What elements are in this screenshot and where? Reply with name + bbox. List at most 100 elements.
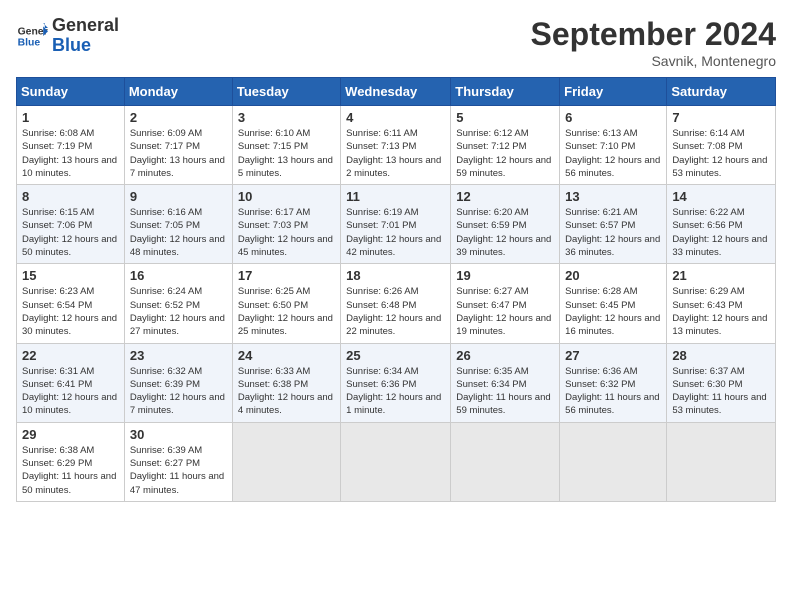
day-number: 6	[565, 110, 661, 125]
calendar-week-4: 22 Sunrise: 6:31 AM Sunset: 6:41 PM Dayli…	[17, 343, 776, 422]
day-number: 23	[130, 348, 227, 363]
calendar-cell: 12Sunrise: 6:20 AM Sunset: 6:59 PM Dayli…	[451, 185, 560, 264]
logo: General Blue General Blue	[16, 16, 119, 56]
calendar-cell: 23 Sunrise: 6:32 AM Sunset: 6:39 PM Dayli…	[124, 343, 232, 422]
day-info: Sunrise: 6:25 AM Sunset: 6:50 PM Dayligh…	[238, 285, 335, 338]
calendar-cell: 20 Sunrise: 6:28 AM Sunset: 6:45 PM Dayli…	[560, 264, 667, 343]
day-info: Sunrise: 6:39 AM Sunset: 6:27 PM Dayligh…	[130, 444, 227, 497]
day-number: 10	[238, 189, 335, 204]
day-info: Sunrise: 6:23 AM Sunset: 6:54 PM Dayligh…	[22, 285, 119, 338]
day-info: Sunrise: 6:26 AM Sunset: 6:48 PM Dayligh…	[346, 285, 445, 338]
day-info: Sunrise: 6:22 AM Sunset: 6:56 PM Dayligh…	[672, 206, 770, 259]
calendar-cell: 16 Sunrise: 6:24 AM Sunset: 6:52 PM Dayli…	[124, 264, 232, 343]
day-info: Sunrise: 6:38 AM Sunset: 6:29 PM Dayligh…	[22, 444, 119, 497]
calendar-cell: 14 Sunrise: 6:22 AM Sunset: 6:56 PM Dayli…	[667, 185, 776, 264]
title-block: September 2024 Savnik, Montenegro	[531, 16, 776, 69]
calendar-week-2: 8 Sunrise: 6:15 AM Sunset: 7:06 PM Daylig…	[17, 185, 776, 264]
calendar-cell: 15Sunrise: 6:23 AM Sunset: 6:54 PM Dayli…	[17, 264, 125, 343]
logo-blue-text: Blue	[52, 36, 119, 56]
calendar-cell: 1 Sunrise: 6:08 AM Sunset: 7:19 PM Daylig…	[17, 106, 125, 185]
day-number: 27	[565, 348, 661, 363]
calendar-table: SundayMondayTuesdayWednesdayThursdayFrid…	[16, 77, 776, 502]
logo-general-text: General	[52, 16, 119, 36]
weekday-header-friday: Friday	[560, 78, 667, 106]
day-info: Sunrise: 6:19 AM Sunset: 7:01 PM Dayligh…	[346, 206, 445, 259]
day-number: 3	[238, 110, 335, 125]
day-number: 11	[346, 189, 445, 204]
calendar-cell: 26 Sunrise: 6:35 AM Sunset: 6:34 PM Dayli…	[451, 343, 560, 422]
weekday-header-tuesday: Tuesday	[232, 78, 340, 106]
logo-icon: General Blue	[16, 20, 48, 52]
location: Savnik, Montenegro	[531, 53, 776, 69]
day-number: 8	[22, 189, 119, 204]
day-info: Sunrise: 6:12 AM Sunset: 7:12 PM Dayligh…	[456, 127, 554, 180]
day-info: Sunrise: 6:24 AM Sunset: 6:52 PM Dayligh…	[130, 285, 227, 338]
day-number: 13	[565, 189, 661, 204]
day-number: 16	[130, 268, 227, 283]
day-number: 24	[238, 348, 335, 363]
calendar-cell: 10Sunrise: 6:17 AM Sunset: 7:03 PM Dayli…	[232, 185, 340, 264]
calendar-cell: 8 Sunrise: 6:15 AM Sunset: 7:06 PM Daylig…	[17, 185, 125, 264]
calendar-cell: 21 Sunrise: 6:29 AM Sunset: 6:43 PM Dayli…	[667, 264, 776, 343]
calendar-week-5: 29 Sunrise: 6:38 AM Sunset: 6:29 PM Dayli…	[17, 422, 776, 501]
calendar-cell	[560, 422, 667, 501]
day-info: Sunrise: 6:33 AM Sunset: 6:38 PM Dayligh…	[238, 365, 335, 418]
day-info: Sunrise: 6:15 AM Sunset: 7:06 PM Dayligh…	[22, 206, 119, 259]
day-info: Sunrise: 6:21 AM Sunset: 6:57 PM Dayligh…	[565, 206, 661, 259]
day-info: Sunrise: 6:35 AM Sunset: 6:34 PM Dayligh…	[456, 365, 554, 418]
calendar-cell	[451, 422, 560, 501]
day-info: Sunrise: 6:29 AM Sunset: 6:43 PM Dayligh…	[672, 285, 770, 338]
day-number: 29	[22, 427, 119, 442]
calendar-cell: 18Sunrise: 6:26 AM Sunset: 6:48 PM Dayli…	[341, 264, 451, 343]
calendar-cell	[232, 422, 340, 501]
day-info: Sunrise: 6:34 AM Sunset: 6:36 PM Dayligh…	[346, 365, 445, 418]
day-info: Sunrise: 6:14 AM Sunset: 7:08 PM Dayligh…	[672, 127, 770, 180]
calendar-cell: 25 Sunrise: 6:34 AM Sunset: 6:36 PM Dayli…	[341, 343, 451, 422]
calendar-cell: 11 Sunrise: 6:19 AM Sunset: 7:01 PM Dayli…	[341, 185, 451, 264]
calendar-cell: 28 Sunrise: 6:37 AM Sunset: 6:30 PM Dayli…	[667, 343, 776, 422]
month-title: September 2024	[531, 16, 776, 53]
day-info: Sunrise: 6:36 AM Sunset: 6:32 PM Dayligh…	[565, 365, 661, 418]
day-number: 4	[346, 110, 445, 125]
calendar-cell: 19 Sunrise: 6:27 AM Sunset: 6:47 PM Dayli…	[451, 264, 560, 343]
day-number: 20	[565, 268, 661, 283]
day-number: 22	[22, 348, 119, 363]
day-info: Sunrise: 6:16 AM Sunset: 7:05 PM Dayligh…	[130, 206, 227, 259]
calendar-cell: 22 Sunrise: 6:31 AM Sunset: 6:41 PM Dayli…	[17, 343, 125, 422]
calendar-cell: 13 Sunrise: 6:21 AM Sunset: 6:57 PM Dayli…	[560, 185, 667, 264]
day-number: 14	[672, 189, 770, 204]
weekday-header-thursday: Thursday	[451, 78, 560, 106]
day-info: Sunrise: 6:32 AM Sunset: 6:39 PM Dayligh…	[130, 365, 227, 418]
day-info: Sunrise: 6:20 AM Sunset: 6:59 PM Dayligh…	[456, 206, 554, 259]
calendar-week-3: 15Sunrise: 6:23 AM Sunset: 6:54 PM Dayli…	[17, 264, 776, 343]
svg-text:Blue: Blue	[18, 37, 41, 48]
day-info: Sunrise: 6:37 AM Sunset: 6:30 PM Dayligh…	[672, 365, 770, 418]
day-info: Sunrise: 6:08 AM Sunset: 7:19 PM Dayligh…	[22, 127, 119, 180]
day-info: Sunrise: 6:28 AM Sunset: 6:45 PM Dayligh…	[565, 285, 661, 338]
day-number: 7	[672, 110, 770, 125]
calendar-cell: 5Sunrise: 6:12 AM Sunset: 7:12 PM Daylig…	[451, 106, 560, 185]
day-number: 25	[346, 348, 445, 363]
calendar-cell: 2 Sunrise: 6:09 AM Sunset: 7:17 PM Daylig…	[124, 106, 232, 185]
calendar-header-row: SundayMondayTuesdayWednesdayThursdayFrid…	[17, 78, 776, 106]
calendar-cell: 29 Sunrise: 6:38 AM Sunset: 6:29 PM Dayli…	[17, 422, 125, 501]
day-number: 2	[130, 110, 227, 125]
day-number: 28	[672, 348, 770, 363]
day-number: 17	[238, 268, 335, 283]
weekday-header-wednesday: Wednesday	[341, 78, 451, 106]
day-number: 30	[130, 427, 227, 442]
day-number: 21	[672, 268, 770, 283]
day-number: 19	[456, 268, 554, 283]
calendar-cell: 3 Sunrise: 6:10 AM Sunset: 7:15 PM Daylig…	[232, 106, 340, 185]
day-info: Sunrise: 6:10 AM Sunset: 7:15 PM Dayligh…	[238, 127, 335, 180]
calendar-cell: 6Sunrise: 6:13 AM Sunset: 7:10 PM Daylig…	[560, 106, 667, 185]
calendar-cell: 4Sunrise: 6:11 AM Sunset: 7:13 PM Daylig…	[341, 106, 451, 185]
day-number: 26	[456, 348, 554, 363]
day-number: 1	[22, 110, 119, 125]
calendar-cell: 9Sunrise: 6:16 AM Sunset: 7:05 PM Daylig…	[124, 185, 232, 264]
weekday-header-saturday: Saturday	[667, 78, 776, 106]
day-info: Sunrise: 6:09 AM Sunset: 7:17 PM Dayligh…	[130, 127, 227, 180]
day-info: Sunrise: 6:27 AM Sunset: 6:47 PM Dayligh…	[456, 285, 554, 338]
calendar-cell: 24 Sunrise: 6:33 AM Sunset: 6:38 PM Dayli…	[232, 343, 340, 422]
day-info: Sunrise: 6:31 AM Sunset: 6:41 PM Dayligh…	[22, 365, 119, 418]
